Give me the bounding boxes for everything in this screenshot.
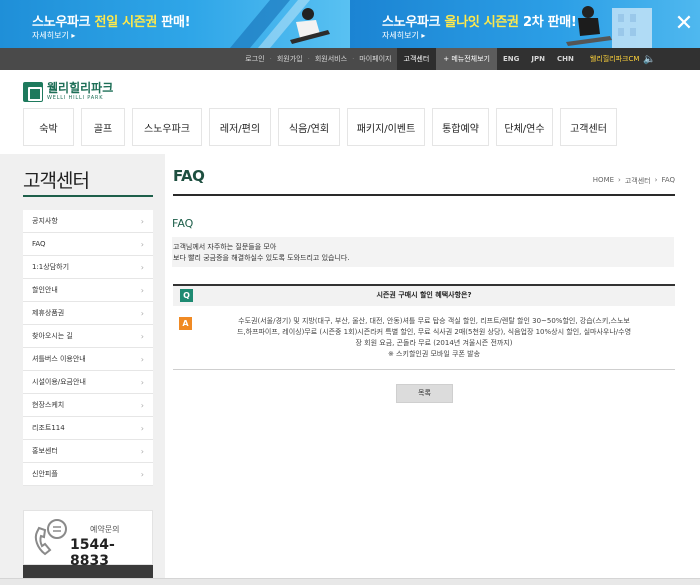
breadcrumb: HOME › 고객센터 › FAQ bbox=[589, 176, 675, 186]
question-text: 시즌권 구매시 할인 혜택사항은? bbox=[376, 291, 472, 299]
close-icon[interactable]: ✕ bbox=[672, 12, 696, 36]
logo-text-en: WELLI HILLI PARK bbox=[47, 95, 104, 101]
list-button[interactable]: 목록 bbox=[396, 384, 453, 403]
sidebar-item-consult[interactable]: 1:1상담하기 › bbox=[23, 256, 153, 279]
banner-right-title: 스노우파크 올나잇 시즌권 2차 판매! bbox=[382, 15, 577, 30]
gnb-item-reservation[interactable]: 통합예약 bbox=[432, 108, 489, 146]
sidebar-item-faq[interactable]: FAQ › bbox=[23, 233, 153, 256]
chevron-right-icon: › bbox=[140, 240, 144, 249]
top-banner-row: 스노우파크 전일 시즌권 판매! 자세히보기 ▸ 스노우파크 올나잇 시즌권 2… bbox=[0, 0, 700, 48]
sidebar-item-notice[interactable]: 공지사항 › bbox=[23, 210, 153, 233]
gnb-item-package[interactable]: 패키지/이벤트 bbox=[347, 108, 425, 146]
cm-link[interactable]: 웰리힐리파크CM bbox=[580, 54, 640, 64]
gnb-item-snowpark[interactable]: 스노우파크 bbox=[132, 108, 202, 146]
lang-chn[interactable]: CHN bbox=[551, 55, 580, 63]
chevron-right-icon: › bbox=[140, 447, 144, 456]
faq-subtitle: FAQ bbox=[172, 217, 198, 230]
faq-description-line2: 보다 빨리 궁금증을 해결하실수 있도록 도와드리고 있습니다. bbox=[173, 254, 350, 262]
question-row: Q 시즌권 구매시 할인 혜택사항은? bbox=[173, 284, 675, 306]
customer-center-link[interactable]: 고객센터 bbox=[396, 48, 437, 70]
answer-line: 장 회원 요금, 곤돌라 무료 (2014년 겨울시즌 전까지) bbox=[355, 339, 513, 347]
gnb-item-dining[interactable]: 식음/연회 bbox=[278, 108, 340, 146]
sidebar-item-directions[interactable]: 찾아오시는 길 › bbox=[23, 325, 153, 348]
utility-links: 로그인 · 회원가입 · 회원서비스 · 마이페이지 고객센터 + 메뉴전체보기 bbox=[240, 48, 497, 70]
chevron-right-icon: › bbox=[140, 309, 144, 318]
answer-text: 수도권(서울/경기) 및 지방(대구, 부산, 울산, 대전, 안동)셔틀 무료… bbox=[201, 316, 667, 360]
join-link[interactable]: 회원가입 bbox=[272, 54, 308, 64]
gnb-item-leisure[interactable]: 레저/편의 bbox=[209, 108, 271, 146]
sidebar-title-underline bbox=[23, 195, 153, 197]
breadcrumb-customer-center[interactable]: 고객센터 bbox=[625, 176, 651, 186]
chevron-right-icon: › bbox=[140, 217, 144, 226]
snowboarder-illustration bbox=[566, 6, 652, 48]
sidebar-item-people[interactable]: 신안피플 › bbox=[23, 463, 153, 486]
gnb-item-customer-center[interactable]: 고객센터 bbox=[560, 108, 617, 146]
faq-description-line1: 고객님께서 자주하는 질문들을 모아 bbox=[173, 243, 277, 251]
sidebar-item-sketch[interactable]: 현장스케치 › bbox=[23, 394, 153, 417]
sidebar-item-shuttle[interactable]: 셔틀버스 이용안내 › bbox=[23, 348, 153, 371]
breadcrumb-current: FAQ bbox=[661, 176, 675, 184]
mypage-link[interactable]: 마이페이지 bbox=[354, 54, 396, 64]
chevron-right-icon: › bbox=[140, 355, 144, 364]
lang-jpn[interactable]: JPN bbox=[525, 55, 551, 63]
phone-icon bbox=[34, 519, 67, 556]
sidebar-item-discount[interactable]: 할인안내 › bbox=[23, 279, 153, 302]
gnb-item-group[interactable]: 단체/연수 bbox=[496, 108, 553, 146]
main-navigation: 숙박 골프 스노우파크 레저/편의 식음/연회 패키지/이벤트 통합예약 단체/… bbox=[23, 108, 624, 146]
chevron-right-icon: › bbox=[140, 286, 144, 295]
chevron-right-icon: › bbox=[140, 401, 144, 410]
banner-left-more-link[interactable]: 자세히보기 ▸ bbox=[32, 30, 75, 41]
chevron-right-icon: › bbox=[140, 332, 144, 341]
chevron-right-icon: › bbox=[140, 424, 144, 433]
menu-all-button[interactable]: + 메뉴전체보기 bbox=[436, 48, 497, 70]
chevron-right-icon: › bbox=[140, 378, 144, 387]
sidebar-item-giftcard[interactable]: 제휴상품권 › bbox=[23, 302, 153, 325]
logo-text-ko: 웰리힐리파크 bbox=[47, 81, 114, 95]
member-service-link[interactable]: 회원서비스 bbox=[310, 54, 352, 64]
site-logo[interactable]: 웰리힐리파크 WELLI HILLI PARK bbox=[23, 82, 113, 102]
answer-line: ※ 스키할인권 모바일 쿠폰 발송 bbox=[387, 350, 481, 358]
speaker-icon[interactable]: 🔈 bbox=[643, 54, 655, 65]
page-title: FAQ bbox=[173, 167, 205, 185]
answer-line: 드,하프파이프, 레이싱)무료 (시즌중 1회)시즌라커 특별 할인, 무료 식… bbox=[236, 328, 632, 336]
banner-right-more-link[interactable]: 자세히보기 ▸ bbox=[382, 30, 425, 41]
answer-badge: A bbox=[179, 317, 192, 330]
sidebar-item-resort114[interactable]: 리조트114 › bbox=[23, 417, 153, 440]
sidebar-menu: 공지사항 › FAQ › 1:1상담하기 › 할인안내 › 제휴상품권 › 찾아오시는 길… bbox=[23, 210, 153, 486]
faq-intro-box: FAQ 고객님께서 자주하는 질문들을 모아 보다 빨리 궁금증을 해결하실수 … bbox=[172, 211, 674, 267]
breadcrumb-separator: › bbox=[654, 176, 658, 184]
bottom-scroll-edge bbox=[0, 578, 700, 585]
chevron-right-icon: › bbox=[140, 470, 144, 479]
breadcrumb-separator: › bbox=[618, 176, 621, 184]
answer-area: A 수도권(서울/경기) 및 지방(대구, 부산, 울산, 대전, 안동)셔틀 … bbox=[173, 306, 675, 370]
reservation-label: 예약문의 bbox=[90, 525, 120, 534]
sidebar-item-pr-center[interactable]: 홍보센터 › bbox=[23, 440, 153, 463]
banner-left-title: 스노우파크 전일 시즌권 판매! bbox=[32, 15, 191, 30]
answer-line: 수도권(서울/경기) 및 지방(대구, 부산, 울산, 대전, 안동)셔틀 무료… bbox=[238, 317, 630, 325]
language-bar: ENG JPN CHN 웰리힐리파크CM 🔈 bbox=[497, 48, 700, 70]
banner-season-pass[interactable]: 스노우파크 전일 시즌권 판매! 자세히보기 ▸ bbox=[0, 0, 350, 48]
login-link[interactable]: 로그인 bbox=[240, 54, 269, 64]
utility-bar: 로그인 · 회원가입 · 회원서비스 · 마이페이지 고객센터 + 메뉴전체보기… bbox=[0, 48, 700, 70]
gnb-item-golf[interactable]: 골프 bbox=[81, 108, 125, 146]
breadcrumb-home[interactable]: HOME bbox=[593, 176, 614, 186]
chevron-right-icon: › bbox=[140, 263, 144, 272]
content-divider bbox=[173, 194, 675, 196]
reservation-call-box: 예약문의 1544-8833 bbox=[23, 510, 153, 569]
gnb-item-lodging[interactable]: 숙박 bbox=[23, 108, 74, 146]
lang-eng[interactable]: ENG bbox=[497, 55, 525, 63]
sidebar-item-facility-fees[interactable]: 시설이용/요금안내 › bbox=[23, 371, 153, 394]
logo-mark-icon bbox=[23, 82, 43, 102]
snowboarder-illustration bbox=[230, 0, 330, 48]
banner-allnight-pass[interactable]: 스노우파크 올나잇 시즌권 2차 판매! 자세히보기 ▸ ✕ bbox=[350, 0, 700, 48]
sidebar-title: 고객센터 bbox=[23, 170, 90, 192]
